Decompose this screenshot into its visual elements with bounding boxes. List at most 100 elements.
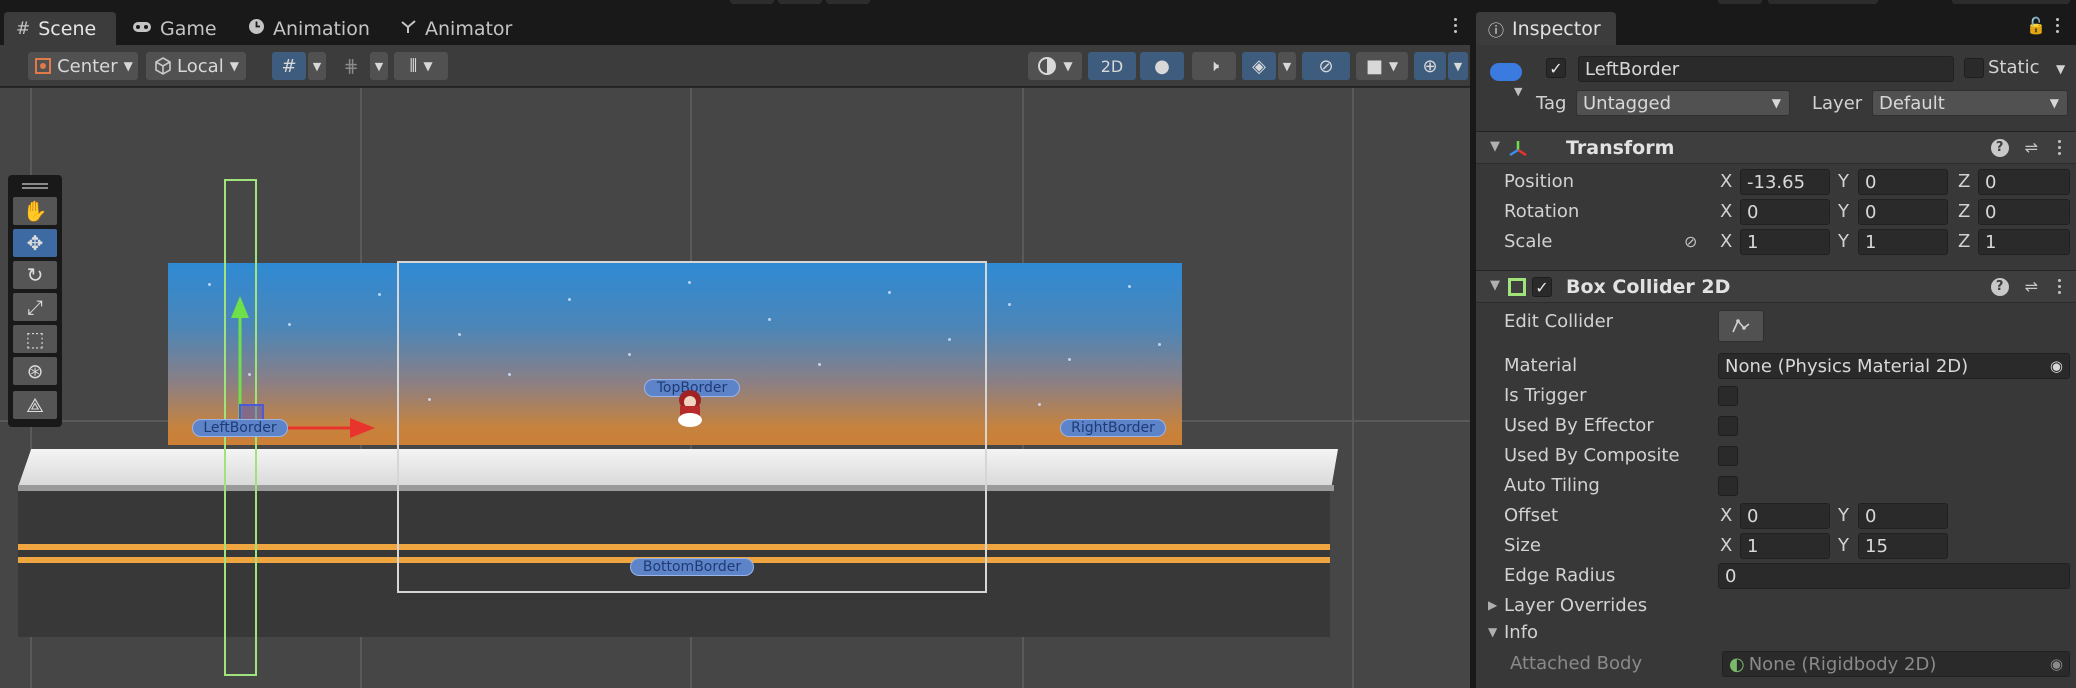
rotation-x-field[interactable]: 0 [1740, 199, 1830, 225]
lighting-toggle[interactable]: ● [1140, 52, 1184, 80]
layer-overrides-foldout[interactable]: Layer Overrides [1504, 595, 1647, 616]
position-z-field[interactable]: 0 [1978, 169, 2070, 195]
pivot-dropdown[interactable]: Center ▼ [28, 52, 138, 80]
object-picker-icon[interactable]: ◉ [2050, 357, 2063, 375]
info-foldout[interactable]: Info [1504, 622, 1538, 643]
collapse-triangle-icon[interactable]: ▼ [1488, 625, 1497, 639]
is-trigger-checkbox[interactable] [1718, 386, 1738, 406]
tab-label: Animator [425, 17, 513, 40]
grid-snap-button[interactable]: # [272, 52, 306, 80]
bottom-border-label[interactable]: BottomBorder [630, 558, 754, 576]
player-sprite[interactable] [672, 388, 708, 428]
box-collider-header[interactable]: ▼ ✓ Box Collider 2D ? ⇌ [1476, 270, 2076, 303]
rotation-y-field[interactable]: 0 [1858, 199, 1948, 225]
increment-snap-dropdown[interactable]: ▼ [370, 52, 388, 80]
size-y-field[interactable]: 15 [1858, 533, 1948, 559]
transform-header[interactable]: ▼ Transform ? ⇌ [1476, 131, 2076, 164]
offset-x-field[interactable]: 0 [1740, 503, 1830, 529]
axis-y-label: Y [1838, 171, 1849, 192]
transform-tool-button[interactable]: ⊛ [13, 357, 57, 385]
axis-y-label: Y [1838, 201, 1849, 222]
size-x-field[interactable]: 1 [1740, 533, 1830, 559]
scale-x-field[interactable]: 1 [1740, 229, 1830, 255]
custom-tool-button[interactable]: ⟁ [13, 391, 57, 419]
auto-tiling-label: Auto Tiling [1504, 475, 1600, 496]
visibility-toggle[interactable]: ⊘ [1302, 52, 1350, 80]
collider-enabled-checkbox[interactable]: ✓ [1532, 277, 1552, 297]
chevron-down-icon: ▼ [312, 59, 322, 73]
rotation-z-field[interactable]: 0 [1978, 199, 2070, 225]
left-border-label[interactable]: LeftBorder [192, 419, 288, 437]
used-by-effector-checkbox[interactable] [1718, 416, 1738, 436]
presets-icon[interactable]: ⇌ [2025, 277, 2038, 296]
offset-y-field[interactable]: 0 [1858, 503, 1948, 529]
tag-dropdown[interactable]: Untagged ▼ [1576, 90, 1790, 116]
camera-dropdown[interactable]: ■ ▼ [1356, 52, 1408, 80]
tab-scene[interactable]: # Scene [4, 12, 116, 45]
increment-snap-button[interactable]: ⋕ [334, 52, 368, 80]
used-by-composite-checkbox[interactable] [1718, 446, 1738, 466]
space-dropdown[interactable]: Local ▼ [146, 52, 246, 80]
object-name-field[interactable]: LeftBorder [1578, 56, 1954, 82]
tab-animation[interactable]: Animation [236, 12, 386, 45]
rotation-label: Rotation [1504, 201, 1580, 222]
scene-viewport[interactable]: LeftBorder TopBorder RightBorder BottomB… [0, 88, 1470, 688]
tab-animator[interactable]: Animator [388, 12, 518, 45]
scene-menu-icon[interactable] [1450, 18, 1460, 33]
tab-game[interactable]: Game [120, 12, 238, 45]
help-icon[interactable]: ? [1990, 138, 2009, 157]
edge-radius-field[interactable]: 0 [1718, 563, 2070, 589]
scale-z-field[interactable]: 1 [1978, 229, 2070, 255]
constrain-proportions-icon[interactable]: ⊘ [1684, 232, 1697, 251]
checkmark-icon: ✓ [1549, 58, 1563, 78]
gizmos-dropdown[interactable]: ▼ [1448, 52, 1468, 80]
component-menu-icon[interactable] [2054, 140, 2064, 155]
edit-collider-button[interactable] [1718, 310, 1764, 342]
gameobject-icon[interactable] [1490, 63, 1522, 81]
effects-dropdown[interactable]: ▼ [1278, 52, 1296, 80]
space-label: Local [177, 55, 224, 77]
active-checkbox[interactable]: ✓ [1546, 58, 1566, 78]
chevron-down-icon[interactable]: ▼ [2056, 62, 2065, 76]
component-menu-icon[interactable] [2054, 279, 2064, 294]
expand-triangle-icon[interactable]: ▶ [1488, 598, 1497, 612]
axis-x-label: X [1720, 505, 1733, 526]
inspector-menu-icon[interactable] [2052, 18, 2062, 33]
right-border-label[interactable]: RightBorder [1060, 419, 1166, 437]
box-collider-title: Box Collider 2D [1566, 276, 1731, 298]
chevron-down-icon[interactable]: ▼ [1514, 85, 1522, 98]
presets-icon[interactable]: ⇌ [2025, 138, 2038, 157]
auto-tiling-checkbox[interactable] [1718, 476, 1738, 496]
rect-tool-button[interactable]: ⬚ [13, 325, 57, 353]
audio-toggle[interactable]: 🕨 [1192, 52, 1236, 80]
ruler-dropdown[interactable]: ⦀ ▼ [394, 52, 448, 80]
material-field[interactable]: None (Physics Material 2D) ◉ [1718, 353, 2070, 379]
static-checkbox[interactable] [1964, 58, 1984, 78]
edit-collider-icon: ⟁ [26, 393, 44, 417]
gizmos-toggle[interactable]: ⊕ [1414, 52, 1446, 80]
help-icon[interactable]: ? [1990, 277, 2009, 296]
grid-snap-dropdown[interactable]: ▼ [308, 52, 326, 80]
move-tool-button[interactable]: ✥ [13, 229, 57, 257]
scale-y-field[interactable]: 1 [1858, 229, 1948, 255]
layer-dropdown[interactable]: Default ▼ [1872, 90, 2068, 116]
tab-inspector[interactable]: ⓘ Inspector [1476, 12, 1616, 45]
position-y-field[interactable]: 0 [1858, 169, 1948, 195]
effects-toggle[interactable]: ◈ [1242, 52, 1276, 80]
cube-icon [155, 57, 171, 75]
chevron-down-icon: ▼ [1282, 59, 1292, 73]
layers-icon: ◈ [1252, 55, 1266, 77]
top-strip [0, 0, 2076, 8]
scale-tool-button[interactable]: ⤢ [13, 293, 57, 321]
bulb-icon: ● [1154, 55, 1170, 77]
position-x-field[interactable]: -13.65 [1740, 169, 1830, 195]
clock-icon [248, 18, 265, 40]
lock-icon[interactable]: 🔓 [2026, 16, 2046, 35]
rotate-tool-button[interactable]: ↻ [13, 261, 57, 289]
hand-tool-button[interactable]: ✋ [13, 197, 57, 225]
attached-body-value: None (Rigidbody 2D) [1748, 653, 1937, 675]
material-value: None (Physics Material 2D) [1725, 355, 1969, 377]
axis-x-label: X [1720, 231, 1733, 252]
toggle-2d-button[interactable]: 2D [1088, 52, 1136, 80]
shading-dropdown[interactable]: ▼ [1028, 52, 1082, 80]
